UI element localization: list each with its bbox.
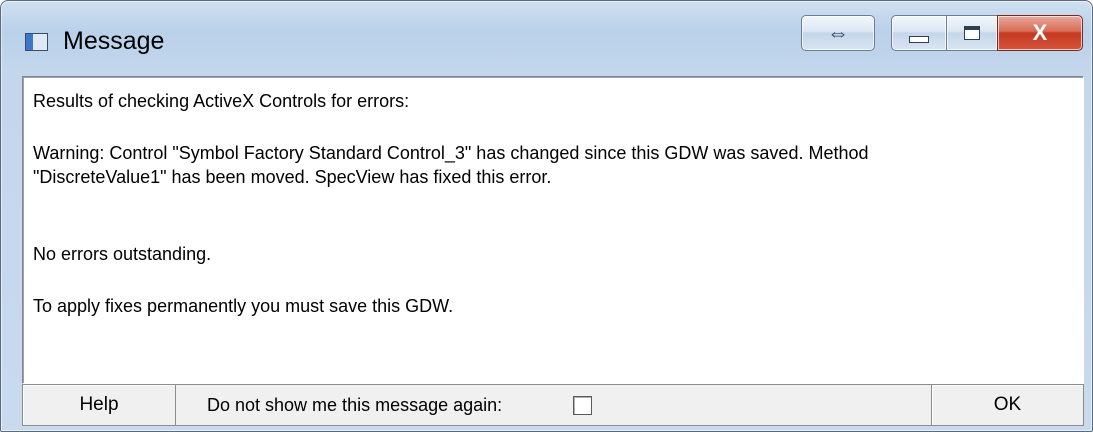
- window-app-icon[interactable]: [25, 33, 48, 51]
- dont-show-again-label: Do not show me this message again:: [207, 395, 503, 415]
- dont-show-again-checkbox[interactable]: [573, 396, 592, 415]
- help-button[interactable]: Help: [23, 385, 176, 425]
- message-line-instruction: To apply fixes permanently you must save…: [33, 296, 454, 316]
- message-text-area[interactable]: Results of checking ActiveX Controls for…: [22, 76, 1084, 384]
- ok-button[interactable]: OK: [931, 385, 1083, 425]
- message-line-warning: Warning: Control "Symbol Factory Standar…: [33, 143, 869, 163]
- maximize-icon: [964, 26, 980, 40]
- message-line-results-header: Results of checking ActiveX Controls for…: [33, 91, 410, 111]
- message-line-warning-cont: "DiscreteValue1" has been moved. SpecVie…: [33, 167, 552, 187]
- maximize-button[interactable]: [946, 15, 998, 51]
- resize-arrows-icon: ⇔: [827, 20, 849, 45]
- minimize-button[interactable]: [891, 15, 947, 51]
- message-line-status: No errors outstanding.: [33, 244, 212, 264]
- minimize-icon: [909, 35, 929, 43]
- title-bar[interactable]: Message ⇔ X: [1, 1, 1092, 73]
- window-title: Message: [63, 27, 165, 55]
- close-icon: X: [1032, 20, 1048, 45]
- resize-button[interactable]: ⇔: [801, 15, 875, 51]
- close-button[interactable]: X: [997, 15, 1083, 51]
- message-dialog: Message ⇔ X Results of checking ActiveX …: [0, 0, 1093, 432]
- dialog-footer: Help Do not show me this message again: …: [22, 384, 1084, 426]
